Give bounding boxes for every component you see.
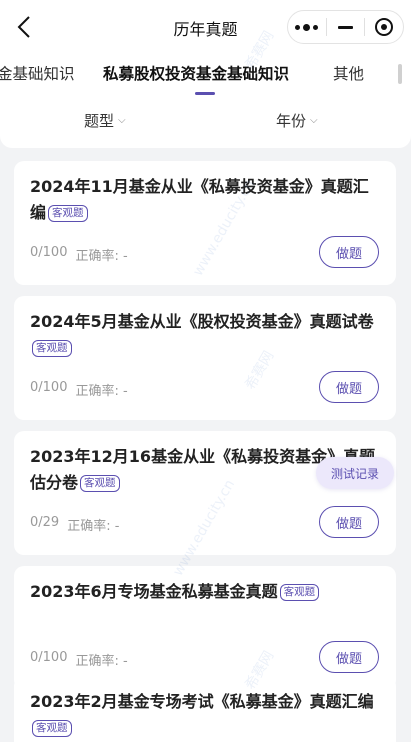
chevron-down-icon: ⌵	[310, 115, 318, 126]
objective-tag: 客观题	[32, 720, 72, 737]
mini-program-capsule	[287, 10, 404, 44]
tab-private-equity-basics[interactable]: 私募股权投资基金基础知识	[103, 62, 289, 84]
exam-card[interactable]: 2024年11月基金从业《私募投资基金》真题汇编 客观题 0/100 正确率: -…	[14, 161, 396, 285]
nav-bar: 历年真题	[0, 0, 411, 56]
close-mini-program-button[interactable]	[365, 11, 403, 43]
tab-scroll-edge	[398, 64, 402, 84]
minimize-button[interactable]	[327, 11, 365, 43]
back-button[interactable]	[10, 12, 38, 42]
target-icon	[375, 18, 394, 36]
exam-card[interactable]: 2023年6月专场基金私募基金真题 客观题 0/100 正确率: - 做题	[14, 566, 396, 690]
exam-title: 2024年11月基金从业《私募投资基金》真题汇编 客观题	[30, 177, 369, 222]
progress-count: 0/100	[30, 650, 68, 665]
exam-title: 2023年6月专场基金私募基金真题 客观题	[30, 579, 382, 605]
objective-tag: 客观题	[32, 340, 72, 357]
objective-tag: 客观题	[48, 205, 88, 222]
filter-bar: 题型 ⌵ 年份 ⌵	[0, 104, 411, 138]
question-type-label: 题型	[84, 112, 115, 130]
accuracy-text: 正确率: -	[67, 519, 120, 534]
more-button[interactable]	[288, 11, 326, 43]
progress-count: 0/100	[30, 380, 68, 395]
exam-card[interactable]: 2023年2月基金专场考试《私募基金》真题汇编客观题	[14, 676, 396, 742]
more-dots-icon	[295, 23, 319, 31]
progress-count: 0/29	[30, 515, 60, 530]
exam-title: 2023年2月基金专场考试《私募基金》真题汇编客观题	[30, 689, 382, 741]
exam-card[interactable]: 2023年12月16基金从业《私募投资基金》真题估分卷 客观题 0/29 正确率:…	[14, 431, 396, 555]
accuracy-text: 正确率: -	[75, 384, 128, 399]
chevron-left-icon	[17, 16, 30, 38]
accuracy-text: 正确率: -	[75, 249, 128, 264]
exam-stats: 0/100 正确率: -	[30, 245, 128, 264]
exam-stats: 0/29 正确率: -	[30, 515, 119, 534]
progress-count: 0/100	[30, 245, 68, 260]
question-type-filter[interactable]: 题型 ⌵	[84, 110, 126, 131]
objective-tag: 客观题	[279, 584, 320, 601]
chevron-down-icon: ⌵	[118, 115, 126, 126]
year-filter[interactable]: 年份 ⌵	[276, 110, 318, 131]
start-practice-button[interactable]: 做题	[319, 236, 379, 268]
header: 历年真题 金基础知识 私募股权投资基金基础知识 其他 题型 ⌵ 年份 ⌵	[0, 0, 411, 148]
exam-card[interactable]: 2024年5月基金从业《股权投资基金》真题试卷客观题 0/100 正确率: - …	[14, 296, 396, 420]
year-label: 年份	[276, 112, 307, 130]
category-tabs: 金基础知识 私募股权投资基金基础知识 其他	[0, 56, 411, 98]
start-practice-button[interactable]: 做题	[319, 641, 379, 673]
active-tab-indicator	[195, 92, 215, 95]
tab-other[interactable]: 其他	[333, 62, 364, 84]
exam-stats: 0/100 正确率: -	[30, 380, 128, 399]
minimize-icon	[338, 25, 353, 29]
accuracy-text: 正确率: -	[75, 654, 128, 669]
tab-fund-basics[interactable]: 金基础知识	[0, 62, 75, 84]
start-practice-button[interactable]: 做题	[319, 371, 379, 403]
objective-tag: 客观题	[80, 475, 120, 492]
exam-stats: 0/100 正确率: -	[30, 650, 128, 669]
test-record-button[interactable]: 测试记录	[316, 457, 394, 489]
start-practice-button[interactable]: 做题	[319, 506, 379, 538]
exam-title: 2024年5月基金从业《股权投资基金》真题试卷客观题	[30, 309, 382, 361]
